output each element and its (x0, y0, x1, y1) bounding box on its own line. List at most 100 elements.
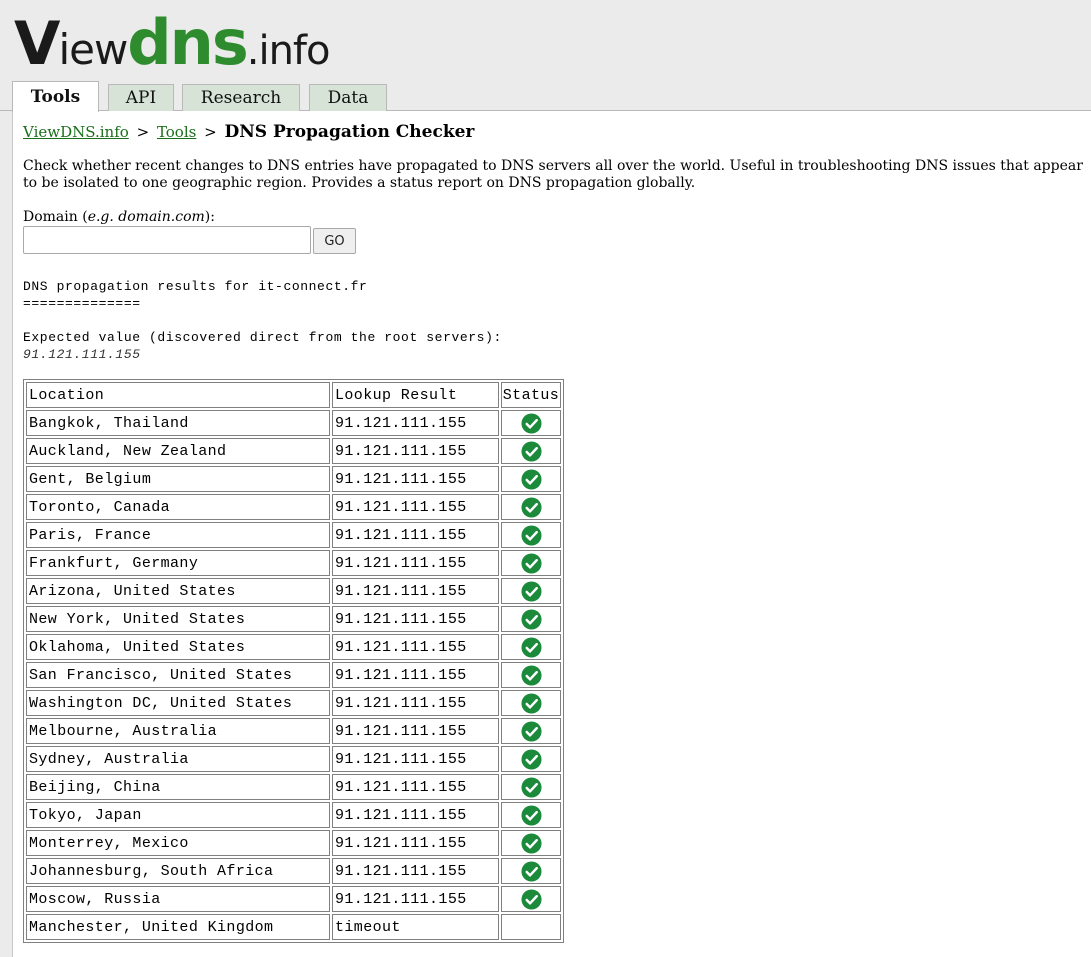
results-heading: DNS propagation results for it-connect.f… (23, 279, 368, 294)
check-circle-icon (520, 412, 542, 434)
location-cell: Arizona, United States (26, 578, 330, 604)
check-circle-icon (520, 776, 542, 798)
table-row: Gent, Belgium 91.121.111.155 (26, 466, 561, 492)
status-cell (501, 746, 561, 772)
check-circle-icon (520, 888, 542, 910)
table-row: Auckland, New Zealand 91.121.111.155 (26, 438, 561, 464)
table-row: Arizona, United States 91.121.111.155 (26, 578, 561, 604)
results-table: Location Lookup Result Status Bangkok, T… (23, 379, 564, 943)
table-row: Monterrey, Mexico 91.121.111.155 (26, 830, 561, 856)
location-cell: Bangkok, Thailand (26, 410, 330, 436)
status-cell (501, 438, 561, 464)
lookup-result-cell: 91.121.111.155 (332, 858, 499, 884)
tool-description: Check whether recent changes to DNS entr… (23, 158, 1083, 191)
column-header-lookup-result: Lookup Result (332, 382, 499, 408)
table-row: Frankfurt, Germany 91.121.111.155 (26, 550, 561, 576)
tab-data[interactable]: Data (309, 84, 387, 111)
status-cell (501, 802, 561, 828)
logo-iew: iew (58, 25, 128, 74)
check-circle-icon (520, 440, 542, 462)
column-header-location: Location (26, 382, 330, 408)
check-circle-icon (520, 636, 542, 658)
lookup-result-cell: 91.121.111.155 (332, 746, 499, 772)
location-cell: Moscow, Russia (26, 886, 330, 912)
check-circle-icon (520, 748, 542, 770)
check-circle-icon (520, 664, 542, 686)
lookup-result-cell: 91.121.111.155 (332, 438, 499, 464)
location-cell: Manchester, United Kingdom (26, 914, 330, 940)
tab-research[interactable]: Research (182, 84, 300, 111)
domain-input[interactable] (23, 226, 311, 254)
lookup-result-cell: 91.121.111.155 (332, 886, 499, 912)
table-row: Paris, France 91.121.111.155 (26, 522, 561, 548)
results-body: Bangkok, Thailand 91.121.111.155 Auckland,… (26, 410, 561, 940)
location-cell: New York, United States (26, 606, 330, 632)
location-cell: Auckland, New Zealand (26, 438, 330, 464)
viewdns-logo[interactable]: Viewdns.info (14, 6, 331, 79)
domain-label: Domain (e.g. domain.com): (23, 209, 215, 225)
column-header-status: Status (501, 382, 561, 408)
go-button[interactable]: GO (313, 228, 356, 254)
lookup-result-cell: 91.121.111.155 (332, 494, 499, 520)
breadcrumb-tools-link[interactable]: Tools (157, 123, 196, 141)
table-row: Tokyo, Japan 91.121.111.155 (26, 802, 561, 828)
table-row: Oklahoma, United States 91.121.111.155 (26, 634, 561, 660)
breadcrumb-home-link[interactable]: ViewDNS.info (23, 123, 129, 141)
expected-value-label: Expected value (discovered direct from t… (23, 330, 502, 345)
lookup-result-cell: 91.121.111.155 (332, 802, 499, 828)
location-cell: Sydney, Australia (26, 746, 330, 772)
table-row: Manchester, United Kingdom timeout (26, 914, 561, 940)
check-circle-icon (520, 552, 542, 574)
check-circle-icon (520, 468, 542, 490)
table-row: San Francisco, United States 91.121.111.1… (26, 662, 561, 688)
lookup-result-cell: 91.121.111.155 (332, 410, 499, 436)
status-cell (501, 578, 561, 604)
location-cell: San Francisco, United States (26, 662, 330, 688)
check-circle-icon (520, 720, 542, 742)
logo-info: .info (246, 28, 331, 74)
lookup-result-cell: timeout (332, 914, 499, 940)
status-cell (501, 858, 561, 884)
lookup-result-cell: 91.121.111.155 (332, 718, 499, 744)
check-circle-icon (520, 580, 542, 602)
table-row: Washington DC, United States 91.121.111.1… (26, 690, 561, 716)
expected-value: 91.121.111.155 (23, 347, 141, 362)
location-cell: Frankfurt, Germany (26, 550, 330, 576)
status-cell (501, 774, 561, 800)
domain-label-example: e.g. domain.com (87, 209, 205, 225)
table-row: Moscow, Russia 91.121.111.155 (26, 886, 561, 912)
status-cell (501, 466, 561, 492)
tab-api[interactable]: API (108, 84, 174, 111)
status-cell (501, 522, 561, 548)
status-cell (501, 886, 561, 912)
domain-label-suffix: ): (204, 209, 215, 225)
table-row: Bangkok, Thailand 91.121.111.155 (26, 410, 561, 436)
status-cell (501, 606, 561, 632)
table-row: Toronto, Canada 91.121.111.155 (26, 494, 561, 520)
table-row: Melbourne, Australia 91.121.111.155 (26, 718, 561, 744)
lookup-result-cell: 91.121.111.155 (332, 578, 499, 604)
status-cell (501, 830, 561, 856)
table-row: New York, United States 91.121.111.155 (26, 606, 561, 632)
location-cell: Melbourne, Australia (26, 718, 330, 744)
location-cell: Monterrey, Mexico (26, 830, 330, 856)
lookup-result-cell: 91.121.111.155 (332, 634, 499, 660)
tab-tools[interactable]: Tools (12, 81, 99, 112)
status-cell (501, 494, 561, 520)
check-circle-icon (520, 832, 542, 854)
lookup-result-cell: 91.121.111.155 (332, 690, 499, 716)
breadcrumb-separator: > (136, 123, 150, 141)
status-cell (501, 634, 561, 660)
check-circle-icon (520, 860, 542, 882)
lookup-result-cell: 91.121.111.155 (332, 550, 499, 576)
status-cell (501, 718, 561, 744)
logo-dns: dns (127, 6, 248, 79)
lookup-result-cell: 91.121.111.155 (332, 606, 499, 632)
logo-v: V (14, 9, 60, 79)
table-row: Sydney, Australia 91.121.111.155 (26, 746, 561, 772)
status-cell (501, 410, 561, 436)
status-cell (501, 690, 561, 716)
location-cell: Toronto, Canada (26, 494, 330, 520)
table-row: Beijing, China 91.121.111.155 (26, 774, 561, 800)
check-circle-icon (520, 608, 542, 630)
